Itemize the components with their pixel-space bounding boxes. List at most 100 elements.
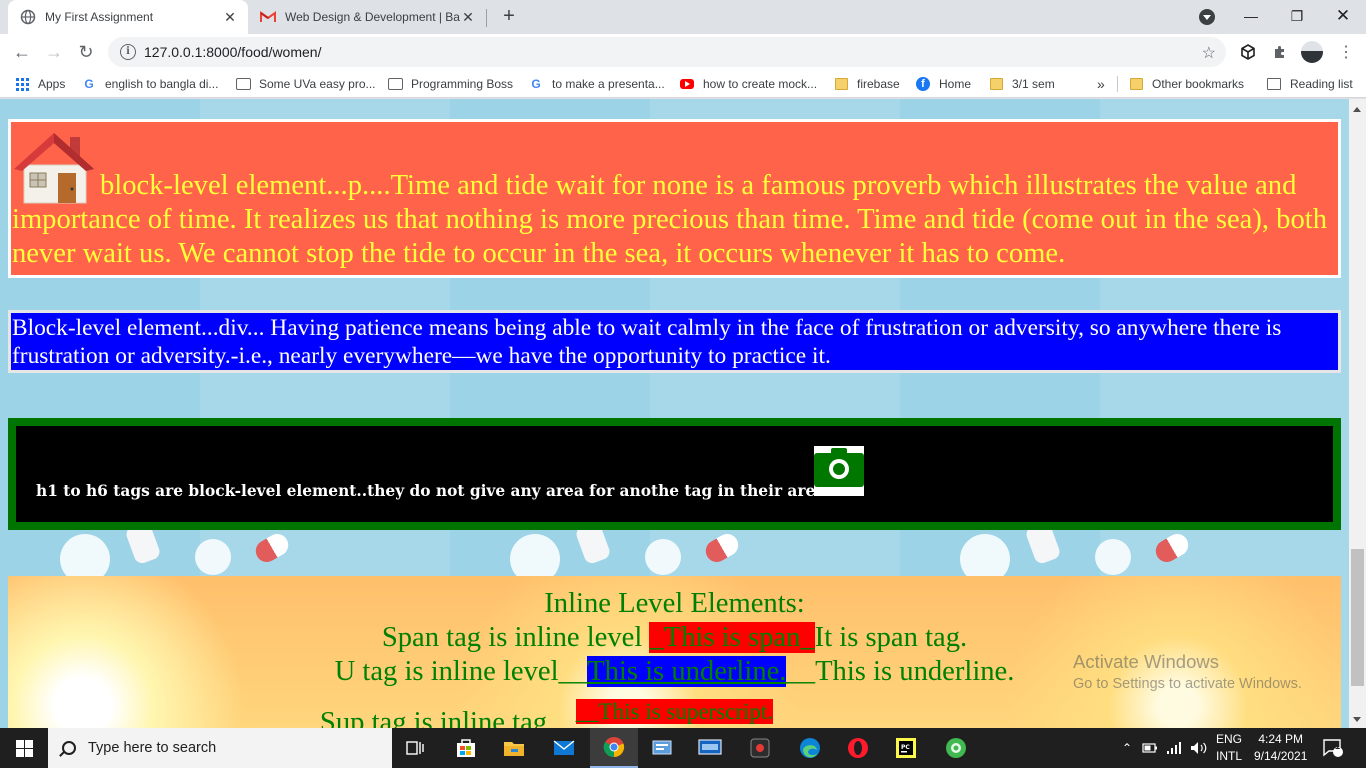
green-app-icon[interactable] — [932, 728, 980, 768]
new-tab-button[interactable]: + — [498, 6, 520, 27]
background-decoration — [701, 529, 743, 567]
volume-icon[interactable] — [1190, 728, 1208, 768]
google-icon: G — [84, 77, 94, 91]
control-panel-icon[interactable] — [638, 728, 686, 768]
folder-icon — [1128, 76, 1144, 92]
u-line-before: U tag is inline level__ — [334, 656, 588, 687]
tab-my-first-assignment[interactable]: My First Assignment ✕ — [8, 0, 248, 34]
background-decoration — [1151, 529, 1193, 567]
opera-icon[interactable] — [834, 728, 882, 768]
bookmark-apps[interactable]: Apps — [14, 75, 65, 93]
tab-title: My First Assignment — [45, 10, 154, 24]
facebook-icon: f — [915, 76, 931, 92]
watermark-subtitle: Go to Settings to activate Windows. — [1073, 676, 1302, 692]
tab-close-icon[interactable]: ✕ — [222, 9, 238, 25]
globe-icon — [20, 9, 36, 25]
extensions-puzzle-icon[interactable] — [1270, 42, 1290, 62]
block-level-heading: h1 to h6 tags are block-level element..t… — [8, 418, 1341, 530]
profile-avatar[interactable] — [1301, 41, 1323, 63]
bookmark-programming-boss[interactable]: Programming Boss — [387, 75, 513, 93]
gmail-icon — [260, 9, 276, 25]
bookmark-folder-3-1-sem[interactable]: 3/1 sem — [988, 75, 1055, 93]
clock[interactable]: 4:24 PM 9/14/2021 — [1254, 728, 1307, 768]
task-view-icon[interactable] — [392, 728, 440, 768]
system-tray-chevron-icon[interactable]: ⌃ — [1122, 728, 1132, 768]
bookmark-label: Apps — [38, 77, 66, 91]
bookmark-label: Home — [939, 77, 972, 91]
sup-line-before: Sup tag is inline tag__ — [319, 707, 576, 728]
bookmark-folder-firebase[interactable]: firebase — [833, 75, 900, 93]
superscript-highlight: __This is superscript. — [575, 699, 774, 724]
tab-search-icon[interactable] — [1199, 9, 1215, 25]
scroll-down-arrow-icon[interactable] — [1353, 717, 1361, 722]
notification-center-icon[interactable]: 1 — [1322, 728, 1344, 768]
site-info-icon[interactable]: i — [120, 44, 136, 60]
bookmark-label: how to create mock... — [703, 77, 818, 91]
language-code: ENG — [1216, 732, 1243, 746]
microsoft-store-icon[interactable] — [442, 728, 490, 768]
network-icon[interactable] — [1166, 728, 1182, 768]
bookmark-label: firebase — [857, 77, 900, 91]
apps-grid-icon — [14, 76, 30, 92]
span-line: Span tag is inline level _This is span_I… — [8, 621, 1341, 655]
vertical-scrollbar[interactable] — [1349, 99, 1366, 728]
bookmark-reading-list[interactable]: Reading list — [1266, 75, 1353, 93]
span-highlight: _This is span_ — [649, 622, 815, 653]
house-icon — [12, 127, 96, 205]
tab-close-icon[interactable]: ✕ — [460, 9, 476, 25]
back-arrow-icon[interactable]: ← — [8, 38, 36, 66]
clock-date: 9/14/2021 — [1254, 749, 1308, 763]
span-line-before: Span tag is inline level — [381, 622, 650, 653]
restore-button[interactable]: ❐ — [1274, 0, 1320, 32]
background-decoration — [251, 529, 293, 567]
close-window-button[interactable]: ✕ — [1320, 0, 1366, 32]
notification-count: 1 — [1335, 741, 1341, 751]
bookmark-label: english to bangla di... — [105, 77, 219, 91]
language-indicator[interactable]: ENG INTL — [1216, 728, 1242, 768]
bookmark-label: » — [1097, 76, 1105, 92]
bookmarks-overflow-chevron-icon[interactable]: » — [1097, 75, 1105, 93]
edge-icon[interactable] — [786, 728, 834, 768]
superscript-line: Sup tag is inline tag____This is supersc… — [8, 695, 1341, 728]
bookmarks-bar: Apps G english to bangla di... Some UVa … — [0, 70, 1366, 98]
scroll-up-arrow-icon[interactable] — [1353, 107, 1361, 112]
menu-kebab-icon[interactable]: ⋮ — [1336, 42, 1356, 62]
bookmark-star-icon[interactable]: ☆ — [1202, 43, 1216, 63]
bookmark-home[interactable]: f Home — [915, 75, 971, 93]
bookmark-label: to make a presenta... — [552, 77, 665, 91]
bookmark-label: Some UVa easy pro... — [259, 77, 376, 91]
page-icon — [387, 76, 403, 92]
chrome-icon[interactable] — [590, 728, 638, 768]
scroll-thumb[interactable] — [1351, 549, 1364, 686]
start-button[interactable] — [0, 728, 48, 768]
address-bar[interactable]: i 127.0.0.1:8000/food/women/ ☆ — [108, 37, 1226, 67]
camera-icon — [814, 446, 864, 496]
url-text[interactable]: 127.0.0.1:8000/food/women/ — [144, 44, 321, 60]
activate-windows-watermark: Activate Windows Go to Settings to activ… — [1073, 651, 1302, 692]
bookmark-mockup[interactable]: how to create mock... — [679, 75, 817, 93]
file-explorer-icon[interactable] — [490, 728, 538, 768]
pycharm-icon[interactable]: PC — [882, 728, 930, 768]
extension-cube-icon[interactable] — [1238, 42, 1258, 62]
background-decoration — [195, 539, 231, 575]
bookmark-presentation[interactable]: G to make a presenta... — [528, 75, 665, 93]
search-icon — [62, 741, 76, 755]
search-placeholder: Type here to search — [88, 740, 217, 756]
bookmarks-divider — [1117, 76, 1118, 92]
minimize-button[interactable]: — — [1228, 0, 1274, 32]
mail-icon[interactable] — [540, 728, 588, 768]
browser-toolbar: ← → ↻ i 127.0.0.1:8000/food/women/ ☆ ⋮ — [0, 34, 1366, 70]
network-monitor-icon[interactable] — [686, 728, 734, 768]
folder-icon — [833, 76, 849, 92]
keyboard-layout: INTL — [1216, 749, 1243, 763]
reload-icon[interactable]: ↻ — [72, 38, 100, 66]
bookmark-english-to-bangla[interactable]: G english to bangla di... — [81, 75, 218, 93]
taskbar-search-box[interactable]: Type here to search — [48, 728, 392, 768]
forward-arrow-icon[interactable]: → — [40, 38, 68, 66]
block-level-paragraph: block-level element...p....Time and tide… — [8, 119, 1341, 278]
battery-icon[interactable] — [1142, 728, 1158, 768]
tab-web-design[interactable]: Web Design & Development | Ba ✕ — [250, 0, 486, 34]
screen-recorder-icon[interactable] — [736, 728, 784, 768]
bookmark-other-bookmarks[interactable]: Other bookmarks — [1128, 75, 1244, 93]
bookmark-uva[interactable]: Some UVa easy pro... — [235, 75, 376, 93]
